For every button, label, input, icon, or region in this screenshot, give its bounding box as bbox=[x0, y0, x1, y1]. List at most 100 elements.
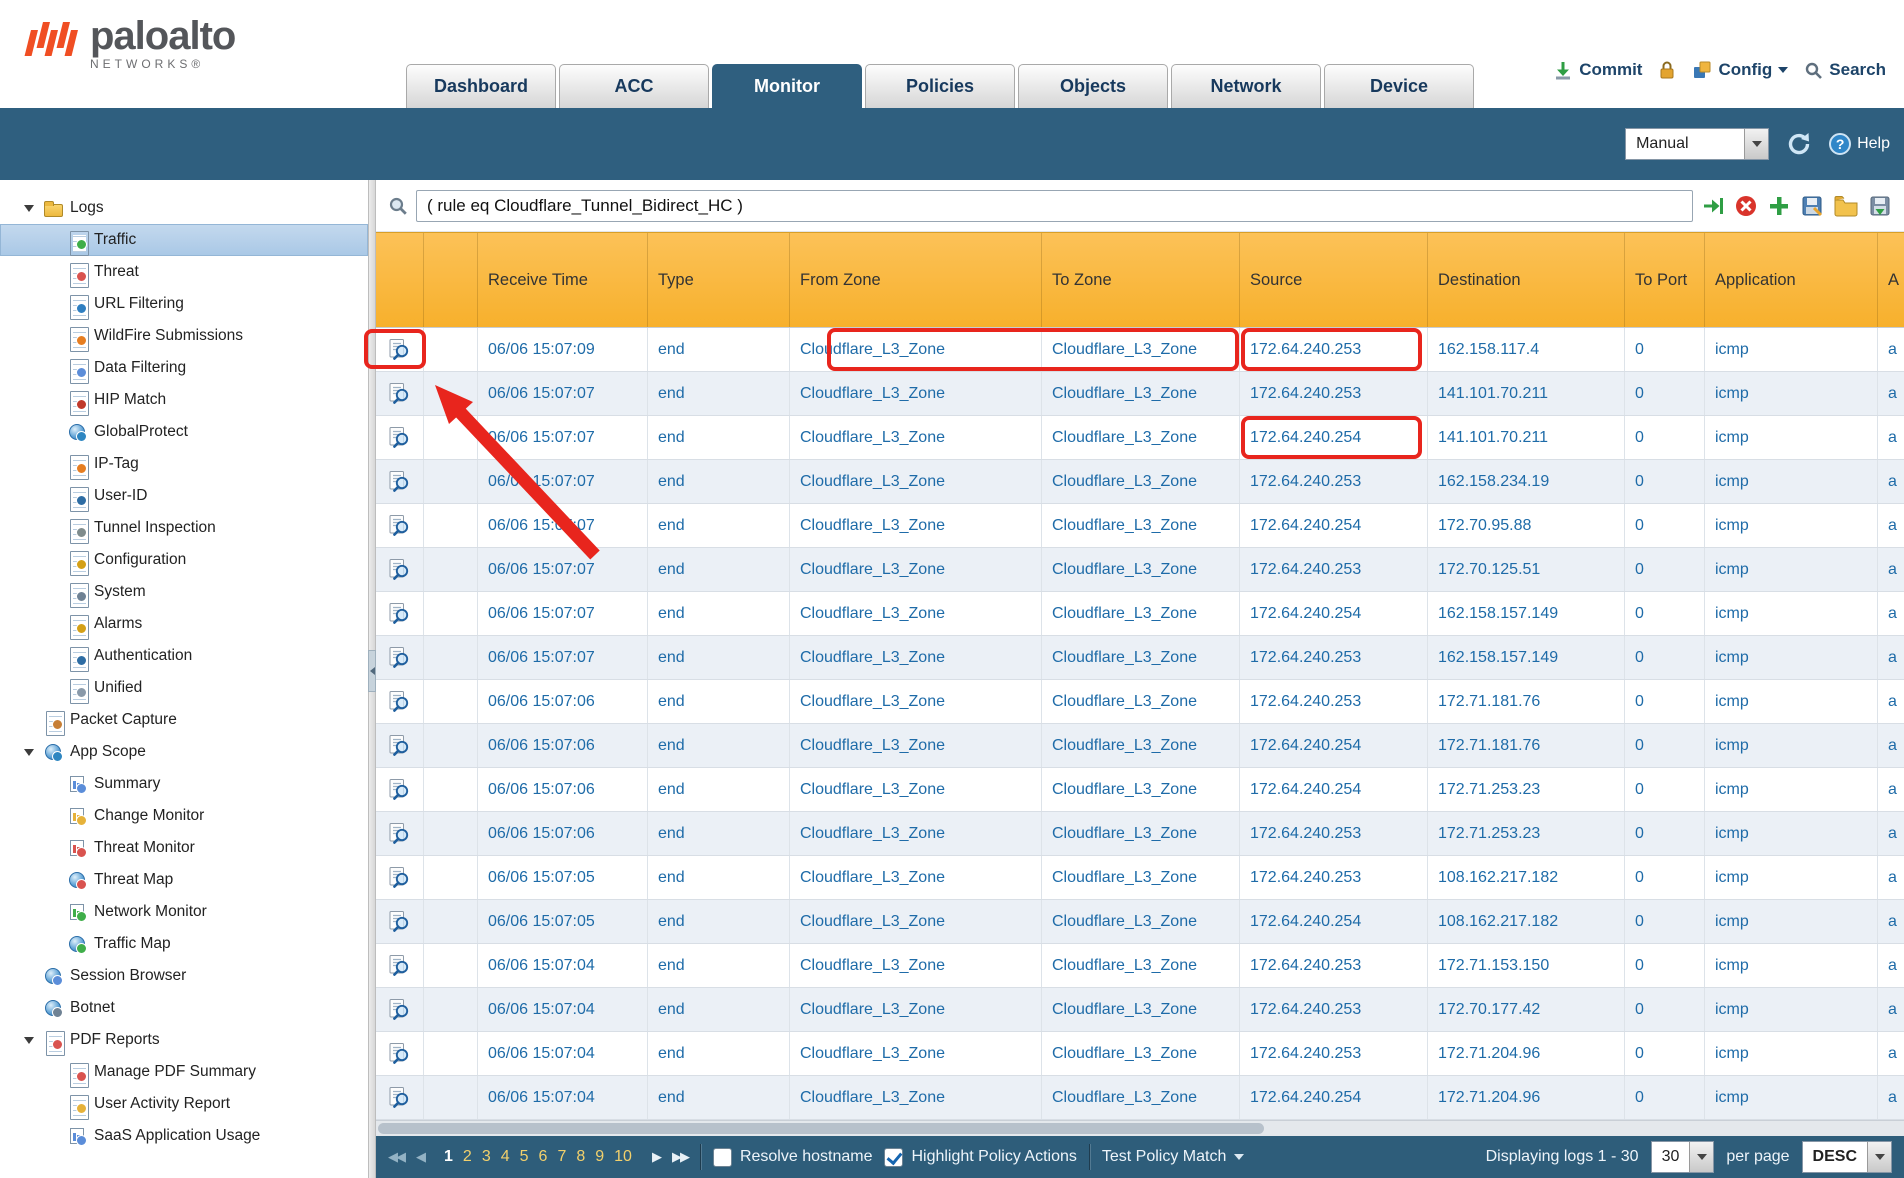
page-number-7[interactable]: 7 bbox=[553, 1148, 570, 1166]
column-header-to-port[interactable]: To Port bbox=[1625, 233, 1705, 327]
config-menu-button[interactable]: Config bbox=[1692, 60, 1788, 80]
refresh-mode-dropdown-button[interactable] bbox=[1744, 129, 1768, 159]
horizontal-scrollbar-thumb[interactable] bbox=[378, 1123, 1264, 1134]
first-page-button[interactable]: ◀◀ bbox=[388, 1149, 404, 1165]
clear-filter-icon[interactable] bbox=[1734, 194, 1758, 218]
log-detail-magnifier-icon[interactable] bbox=[388, 998, 411, 1021]
log-detail-magnifier-icon[interactable] bbox=[388, 778, 411, 801]
column-header-receive-time[interactable]: Receive Time bbox=[478, 233, 648, 327]
log-detail-cell[interactable] bbox=[376, 768, 424, 811]
column-header-type[interactable]: Type bbox=[648, 233, 790, 327]
sidebar-item-manage-pdf-summary[interactable]: Manage PDF Summary bbox=[0, 1056, 368, 1088]
highlight-policy-actions-checkbox[interactable]: Highlight Policy Actions bbox=[884, 1148, 1076, 1167]
page-number-6[interactable]: 6 bbox=[535, 1148, 552, 1166]
log-filter-input[interactable] bbox=[416, 190, 1693, 222]
export-logs-icon[interactable] bbox=[1868, 194, 1892, 218]
per-page-dropdown-button[interactable] bbox=[1689, 1142, 1713, 1172]
sidebar-item-system[interactable]: System bbox=[0, 576, 368, 608]
page-number-8[interactable]: 8 bbox=[572, 1148, 589, 1166]
expand-arrow-icon[interactable] bbox=[24, 1037, 44, 1044]
sidebar-item-traffic-map[interactable]: Traffic Map bbox=[0, 928, 368, 960]
log-detail-cell[interactable] bbox=[376, 988, 424, 1031]
sidebar-item-tunnel-inspection[interactable]: Tunnel Inspection bbox=[0, 512, 368, 544]
log-detail-magnifier-icon[interactable] bbox=[388, 690, 411, 713]
sidebar-item-threat-monitor[interactable]: Threat Monitor bbox=[0, 832, 368, 864]
sidebar-item-packet-capture[interactable]: Packet Capture bbox=[0, 704, 368, 736]
log-detail-magnifier-icon[interactable] bbox=[388, 954, 411, 977]
log-detail-magnifier-icon[interactable] bbox=[388, 470, 411, 493]
lock-button[interactable] bbox=[1658, 60, 1676, 80]
log-detail-cell[interactable] bbox=[376, 680, 424, 723]
log-row[interactable]: 06/06 15:07:04 end Cloudflare_L3_Zone Cl… bbox=[376, 944, 1904, 988]
sort-order-select[interactable]: DESC bbox=[1802, 1141, 1892, 1173]
prev-page-button[interactable]: ◀ bbox=[416, 1149, 424, 1165]
highlight-policy-actions-checkbox-box[interactable] bbox=[884, 1148, 903, 1167]
sidebar-item-data-filtering[interactable]: Data Filtering bbox=[0, 352, 368, 384]
log-row[interactable]: 06/06 15:07:06 end Cloudflare_L3_Zone Cl… bbox=[376, 768, 1904, 812]
tab-dashboard[interactable]: Dashboard bbox=[406, 64, 556, 108]
page-number-5[interactable]: 5 bbox=[516, 1148, 533, 1166]
log-row[interactable]: 06/06 15:07:07 end Cloudflare_L3_Zone Cl… bbox=[376, 460, 1904, 504]
page-number-9[interactable]: 9 bbox=[591, 1148, 608, 1166]
log-detail-cell[interactable] bbox=[376, 548, 424, 591]
log-detail-cell[interactable] bbox=[376, 856, 424, 899]
log-row[interactable]: 06/06 15:07:07 end Cloudflare_L3_Zone Cl… bbox=[376, 504, 1904, 548]
resolve-hostname-checkbox[interactable]: Resolve hostname bbox=[713, 1148, 873, 1167]
sidebar-splitter[interactable] bbox=[368, 180, 376, 1178]
tab-objects[interactable]: Objects bbox=[1018, 64, 1168, 108]
sidebar-item-globalprotect[interactable]: GlobalProtect bbox=[0, 416, 368, 448]
log-row[interactable]: 06/06 15:07:04 end Cloudflare_L3_Zone Cl… bbox=[376, 1076, 1904, 1120]
log-detail-magnifier-icon[interactable] bbox=[388, 1042, 411, 1065]
sort-order-dropdown-button[interactable] bbox=[1867, 1142, 1891, 1172]
log-detail-magnifier-icon[interactable] bbox=[388, 426, 411, 449]
apply-filter-icon[interactable] bbox=[1701, 194, 1725, 218]
sidebar-item-user-id[interactable]: User-ID bbox=[0, 480, 368, 512]
log-detail-cell[interactable] bbox=[376, 1076, 424, 1119]
log-row[interactable]: 06/06 15:07:07 end Cloudflare_L3_Zone Cl… bbox=[376, 416, 1904, 460]
log-row[interactable]: 06/06 15:07:07 end Cloudflare_L3_Zone Cl… bbox=[376, 548, 1904, 592]
log-row[interactable]: 06/06 15:07:04 end Cloudflare_L3_Zone Cl… bbox=[376, 1032, 1904, 1076]
log-detail-magnifier-icon[interactable] bbox=[388, 382, 411, 405]
refresh-button[interactable] bbox=[1785, 130, 1813, 158]
collapse-sidebar-icon[interactable] bbox=[368, 650, 376, 692]
search-button[interactable]: Search bbox=[1804, 60, 1886, 80]
log-row[interactable]: 06/06 15:07:06 end Cloudflare_L3_Zone Cl… bbox=[376, 724, 1904, 768]
sidebar-item-unified[interactable]: Unified bbox=[0, 672, 368, 704]
log-detail-cell[interactable] bbox=[376, 812, 424, 855]
log-detail-cell[interactable] bbox=[376, 724, 424, 767]
log-row[interactable]: 06/06 15:07:06 end Cloudflare_L3_Zone Cl… bbox=[376, 812, 1904, 856]
page-number-1[interactable]: 1 bbox=[440, 1148, 457, 1166]
sidebar-item-threat[interactable]: Threat bbox=[0, 256, 368, 288]
log-row[interactable]: 06/06 15:07:07 end Cloudflare_L3_Zone Cl… bbox=[376, 592, 1904, 636]
expand-arrow-icon[interactable] bbox=[24, 749, 44, 756]
sidebar-item-app-scope[interactable]: App Scope bbox=[0, 736, 368, 768]
log-detail-magnifier-icon[interactable] bbox=[388, 822, 411, 845]
commit-button[interactable]: Commit bbox=[1553, 60, 1642, 80]
next-page-button[interactable]: ▶ bbox=[652, 1149, 660, 1165]
tab-monitor[interactable]: Monitor bbox=[712, 64, 862, 108]
column-header-source[interactable]: Source bbox=[1240, 233, 1428, 327]
log-row[interactable]: 06/06 15:07:05 end Cloudflare_L3_Zone Cl… bbox=[376, 900, 1904, 944]
sidebar-item-user-activity-report[interactable]: User Activity Report bbox=[0, 1088, 368, 1120]
column-header-to-zone[interactable]: To Zone bbox=[1042, 233, 1240, 327]
page-number-3[interactable]: 3 bbox=[478, 1148, 495, 1166]
log-detail-cell[interactable] bbox=[376, 328, 424, 371]
log-detail-magnifier-icon[interactable] bbox=[388, 646, 411, 669]
log-detail-cell[interactable] bbox=[376, 460, 424, 503]
sidebar-item-network-monitor[interactable]: Network Monitor bbox=[0, 896, 368, 928]
log-detail-cell[interactable] bbox=[376, 636, 424, 679]
refresh-mode-select[interactable]: Manual bbox=[1625, 128, 1769, 160]
sidebar-item-pdf-reports[interactable]: PDF Reports bbox=[0, 1024, 368, 1056]
sidebar-item-threat-map[interactable]: Threat Map bbox=[0, 864, 368, 896]
log-row[interactable]: 06/06 15:07:04 end Cloudflare_L3_Zone Cl… bbox=[376, 988, 1904, 1032]
tab-acc[interactable]: ACC bbox=[559, 64, 709, 108]
column-header-application[interactable]: Application bbox=[1705, 233, 1878, 327]
log-detail-cell[interactable] bbox=[376, 944, 424, 987]
log-detail-cell[interactable] bbox=[376, 592, 424, 635]
page-number-2[interactable]: 2 bbox=[459, 1148, 476, 1166]
sidebar-item-authentication[interactable]: Authentication bbox=[0, 640, 368, 672]
save-filter-icon[interactable] bbox=[1800, 194, 1824, 218]
column-header-from-zone[interactable]: From Zone bbox=[790, 233, 1042, 327]
last-page-button[interactable]: ▶▶ bbox=[672, 1149, 688, 1165]
log-row[interactable]: 06/06 15:07:09 end Cloudflare_L3_Zone Cl… bbox=[376, 328, 1904, 372]
